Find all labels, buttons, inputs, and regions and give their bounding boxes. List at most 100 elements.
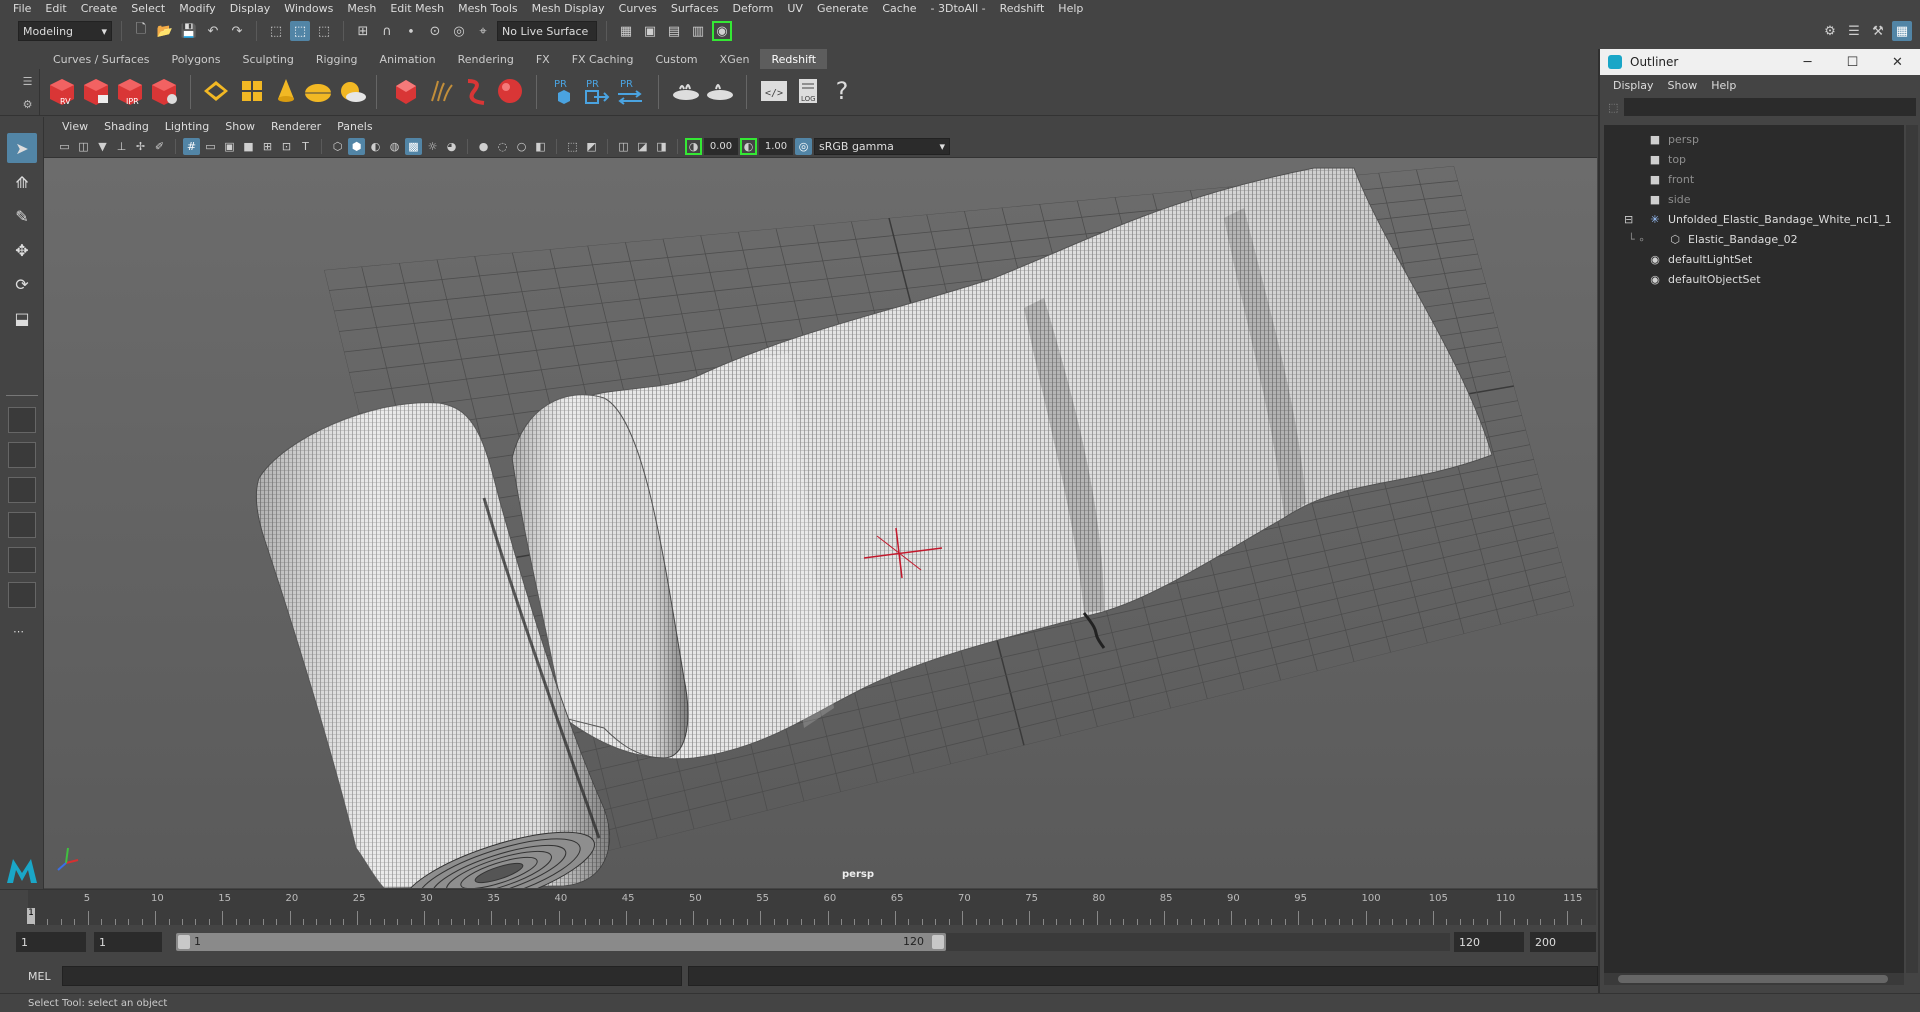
- outliner-item[interactable]: ⊟ ✳ Unfolded_Elastic_Bandage_White_ncl1_1: [1604, 209, 1904, 229]
- xray-icon[interactable]: ◩: [583, 138, 600, 155]
- menu-file[interactable]: File: [6, 2, 38, 15]
- outliner-item[interactable]: ■ persp: [1604, 129, 1904, 149]
- depth-of-field-icon[interactable]: ◧: [532, 138, 549, 155]
- redshift-log-icon[interactable]: LOG: [792, 75, 824, 107]
- menu-cache[interactable]: Cache: [875, 2, 923, 15]
- live-surface-field[interactable]: No Live Surface: [497, 21, 597, 41]
- gate-mask-icon[interactable]: ■: [240, 138, 257, 155]
- menu-generate[interactable]: Generate: [810, 2, 875, 15]
- outliner-item[interactable]: ◉ defaultObjectSet: [1604, 269, 1904, 289]
- new-scene-icon[interactable]: 🗋: [131, 21, 151, 41]
- make-live-icon[interactable]: ⌖: [473, 21, 493, 41]
- gamma-field[interactable]: 1.00: [759, 138, 793, 155]
- outliner-search-input[interactable]: [1624, 98, 1916, 116]
- safe-action-icon[interactable]: ⊡: [278, 138, 295, 155]
- start-time-field[interactable]: 1: [16, 932, 86, 952]
- snap-view-icon[interactable]: ⊙: [425, 21, 445, 41]
- shadows-icon[interactable]: ◕: [443, 138, 460, 155]
- lasso-tool-icon[interactable]: ⟰: [7, 167, 37, 197]
- menu-help[interactable]: Help: [1051, 2, 1090, 15]
- menu-modify[interactable]: Modify: [172, 2, 222, 15]
- redshift-sun-sky-icon[interactable]: [336, 75, 368, 107]
- isolate-select-icon[interactable]: ⬚: [564, 138, 581, 155]
- menu-mesh[interactable]: Mesh: [340, 2, 383, 15]
- side-by-side-layout-icon[interactable]: [8, 477, 36, 503]
- exposure-icon[interactable]: ◑: [685, 138, 702, 155]
- redshift-render-view-icon[interactable]: RV: [46, 75, 78, 107]
- open-scene-icon[interactable]: 📂: [155, 21, 175, 41]
- motion-blur-icon[interactable]: ◌: [494, 138, 511, 155]
- snap-point-icon[interactable]: ∙: [401, 21, 421, 41]
- select-tool-icon[interactable]: ➤: [7, 133, 37, 163]
- redshift-ipr-icon[interactable]: IPR: [114, 75, 146, 107]
- snap-curve-icon[interactable]: ∩: [377, 21, 397, 41]
- current-frame-marker[interactable]: 1: [27, 908, 35, 924]
- bookmark-icon[interactable]: ▼: [94, 138, 111, 155]
- tab-rigging[interactable]: Rigging: [305, 49, 369, 69]
- render-view-icon[interactable]: ▥: [688, 21, 708, 41]
- range-end-handle[interactable]: [932, 935, 944, 949]
- menu-windows[interactable]: Windows: [277, 2, 340, 15]
- maximize-icon[interactable]: ☐: [1830, 55, 1875, 70]
- move-tool-icon[interactable]: ✥: [7, 235, 37, 265]
- xray-joints-icon[interactable]: ◫: [615, 138, 632, 155]
- safe-title-icon[interactable]: T: [297, 138, 314, 155]
- modeling-toolkit-icon[interactable]: ⚙: [1820, 21, 1840, 41]
- anti-aliasing-icon[interactable]: ○: [513, 138, 530, 155]
- menu-curves[interactable]: Curves: [612, 2, 664, 15]
- backface-culling-icon[interactable]: ◨: [653, 138, 670, 155]
- resolution-gate-icon[interactable]: ▣: [221, 138, 238, 155]
- film-gate-icon[interactable]: ▭: [202, 138, 219, 155]
- shelf-menu-icon[interactable]: ☰: [16, 75, 39, 88]
- outliner-item[interactable]: └ ∘ ⬡ Elastic_Bandage_02: [1604, 229, 1904, 249]
- menu-display[interactable]: Display: [223, 2, 278, 15]
- time-slider[interactable]: 5 10 15 20 25 30 35 40 45 50 55 60 65 70 75 80 85 90 95 100…: [0, 889, 1598, 925]
- snap-surface-icon[interactable]: ◎: [449, 21, 469, 41]
- rotate-tool-icon[interactable]: ⟳: [7, 269, 37, 299]
- paint-select-tool-icon[interactable]: ✎: [7, 201, 37, 231]
- outliner-menu-show[interactable]: Show: [1661, 79, 1705, 92]
- save-scene-icon[interactable]: 💾: [179, 21, 199, 41]
- tab-polygons[interactable]: Polygons: [161, 49, 232, 69]
- outliner-item[interactable]: ◉ defaultLightSet: [1604, 249, 1904, 269]
- attribute-editor-icon[interactable]: ☰: [1844, 21, 1864, 41]
- grease-pencil-icon[interactable]: ✐: [151, 138, 168, 155]
- select-component-icon[interactable]: ⬚: [314, 21, 334, 41]
- tab-sculpting[interactable]: Sculpting: [231, 49, 304, 69]
- close-icon[interactable]: ✕: [1875, 55, 1920, 70]
- script-type-label[interactable]: MEL: [0, 970, 60, 983]
- tab-animation[interactable]: Animation: [369, 49, 447, 69]
- scale-tool-icon[interactable]: ⬓: [7, 303, 37, 333]
- range-start-handle[interactable]: [178, 935, 190, 949]
- redshift-area-light-icon[interactable]: [200, 75, 232, 107]
- smooth-shade-icon[interactable]: ⬢: [348, 138, 365, 155]
- outliner-menu-help[interactable]: Help: [1704, 79, 1743, 92]
- tab-rendering[interactable]: Rendering: [447, 49, 525, 69]
- minimize-icon[interactable]: ─: [1785, 55, 1830, 70]
- menu-deform[interactable]: Deform: [725, 2, 780, 15]
- image-plane-icon[interactable]: ⊥: [113, 138, 130, 155]
- outliner-item[interactable]: ■ front: [1604, 169, 1904, 189]
- channel-box-icon[interactable]: ▦: [1892, 21, 1912, 41]
- tab-fx-caching[interactable]: FX Caching: [561, 49, 645, 69]
- redo-icon[interactable]: ↷: [227, 21, 247, 41]
- color-management-icon[interactable]: ◎: [795, 138, 812, 155]
- command-input[interactable]: [62, 966, 682, 986]
- tab-custom[interactable]: Custom: [645, 49, 709, 69]
- redshift-dome-light-icon[interactable]: [302, 75, 334, 107]
- ipr-render-icon[interactable]: ▤: [664, 21, 684, 41]
- collapse-icon[interactable]: ⊟: [1624, 213, 1633, 226]
- menu-3dtoall[interactable]: - 3DtoAll -: [924, 2, 993, 15]
- exposure-field[interactable]: 0.00: [704, 138, 738, 155]
- redshift-render-icon[interactable]: [80, 75, 112, 107]
- redshift-sphere-icon[interactable]: [494, 75, 526, 107]
- redshift-environment-icon[interactable]: [704, 75, 736, 107]
- more-layouts-icon[interactable]: ⋯: [13, 625, 24, 638]
- persp-graph-layout-icon[interactable]: [8, 512, 36, 538]
- render-settings-icon[interactable]: ▦: [616, 21, 636, 41]
- time-ruler[interactable]: 5 10 15 20 25 30 35 40 45 50 55 60 65 70 75 80 85 90 95 100…: [28, 890, 1596, 925]
- hypershade-layout-icon[interactable]: [8, 582, 36, 608]
- undo-icon[interactable]: ↶: [203, 21, 223, 41]
- panel-menu-shading[interactable]: Shading: [96, 120, 157, 133]
- outliner-item[interactable]: ■ top: [1604, 149, 1904, 169]
